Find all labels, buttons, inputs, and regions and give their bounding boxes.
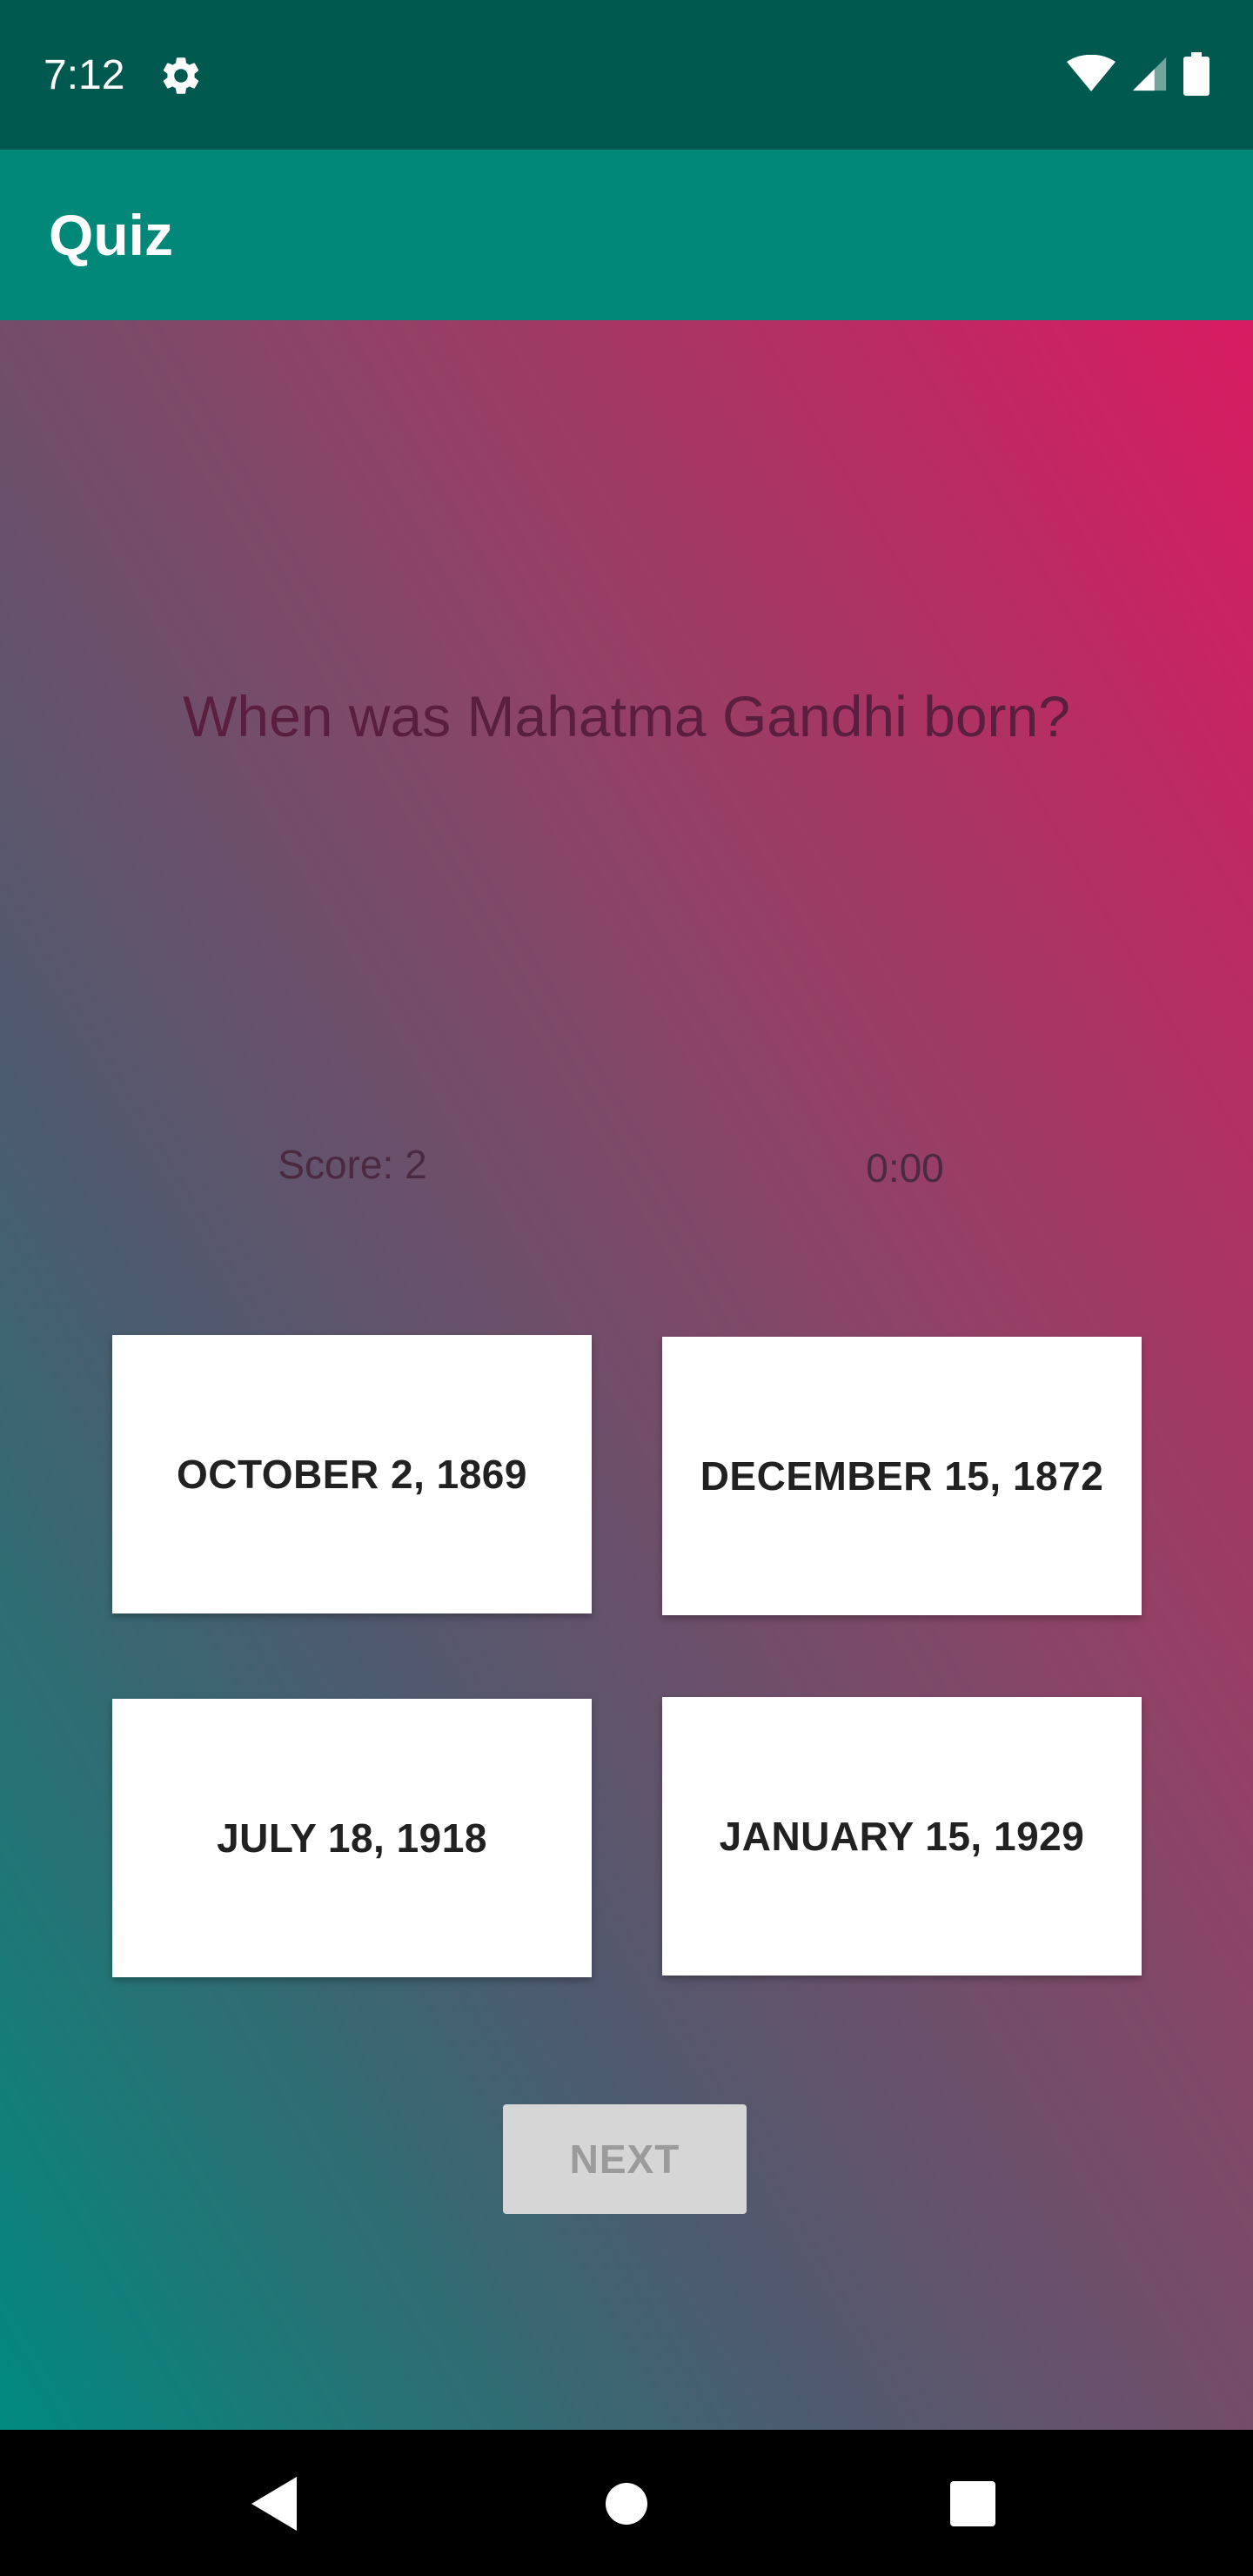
status-bar: 7:12 <box>0 0 1253 150</box>
score-text: Score: 2 <box>278 1142 427 1187</box>
quiz-content: When was Mahatma Gandhi born? Score: 2 0… <box>0 320 1253 2430</box>
answer-button-3[interactable]: JULY 18, 1918 <box>112 1699 592 1977</box>
home-icon[interactable] <box>587 2465 666 2543</box>
wifi-icon <box>1067 54 1116 97</box>
navigation-bar <box>0 2430 1253 2576</box>
gear-icon <box>158 53 204 98</box>
status-icons <box>1067 51 1209 100</box>
answer-button-1[interactable]: OCTOBER 2, 1869 <box>112 1335 592 1613</box>
app-title: Quiz <box>49 203 173 267</box>
quiz-screen: 7:12 Quiz When was Mahatma Gandhi born? … <box>0 0 1253 2576</box>
question-text: When was Mahatma Gandhi born? <box>183 684 1070 748</box>
timer-text: 0:00 <box>866 1145 944 1191</box>
next-button[interactable]: NEXT <box>503 2104 747 2214</box>
back-icon[interactable] <box>237 2465 315 2543</box>
battery-icon <box>1183 51 1209 100</box>
app-bar: Quiz <box>0 150 1253 320</box>
answer-button-4[interactable]: JANUARY 15, 1929 <box>662 1697 1142 1976</box>
status-time: 7:12 <box>44 52 125 98</box>
answer-button-2[interactable]: DECEMBER 15, 1872 <box>662 1337 1142 1615</box>
signal-icon <box>1129 54 1169 98</box>
recents-icon[interactable] <box>934 2465 1012 2543</box>
